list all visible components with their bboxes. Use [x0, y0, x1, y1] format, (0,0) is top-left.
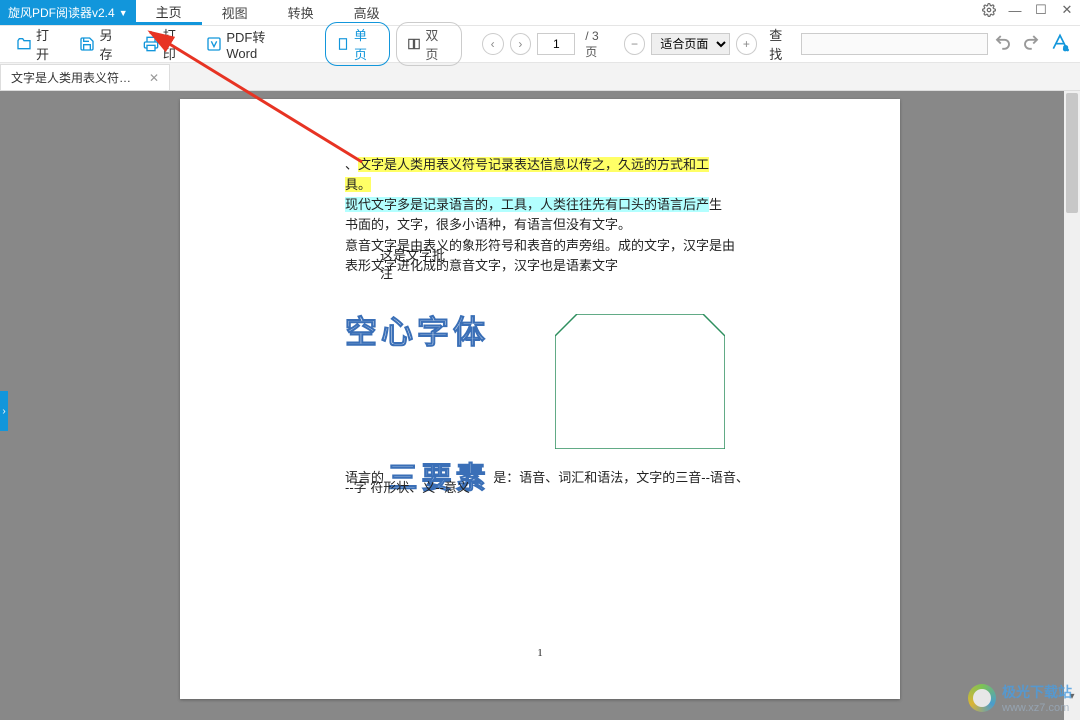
page-number-input[interactable] — [537, 33, 575, 55]
zoom-in-button[interactable]: + — [736, 33, 758, 55]
pdf-page: 、文字是人类用表义符号记录表达信息以传之，久远的方式和工具。 现代文字多是记录语… — [180, 99, 900, 699]
polygon-shape — [555, 314, 725, 449]
search-label: 查找 — [769, 25, 795, 63]
next-page-button[interactable]: › — [510, 33, 532, 55]
print-icon — [143, 36, 159, 52]
pdf2word-label: PDF转Word — [226, 27, 295, 61]
note-line: 注 — [380, 266, 393, 281]
pdf2word-button[interactable]: PDF转Word — [200, 24, 301, 64]
search-input[interactable] — [801, 33, 988, 55]
folder-open-icon — [16, 36, 32, 52]
watermark-url: www.xz7.com — [1002, 702, 1072, 714]
toolbar: 打开 另存 打印 PDF转Word 单页 双页 ‹ › / 3 页 − — [0, 25, 1080, 63]
workspace: › 、文字是人类用表义符号记录表达信息以传之，久远的方式和工具。 现代文字多是记… — [0, 91, 1080, 720]
single-page-button[interactable]: 单页 — [325, 22, 390, 66]
svg-text:a: a — [1063, 42, 1068, 52]
saveas-button[interactable]: 另存 — [73, 22, 130, 66]
single-page-icon — [336, 37, 350, 51]
menu-convert[interactable]: 转换 — [268, 0, 334, 25]
double-page-label: 双页 — [425, 25, 450, 63]
watermark-name: 极光下载站 — [1002, 682, 1072, 702]
annotation-note: 这是文字批 注 — [380, 247, 445, 283]
text-segment: 是：语音、词汇和语法，文字的三音--语音、 — [493, 470, 749, 485]
scrollbar-thumb[interactable] — [1066, 93, 1078, 213]
print-button[interactable]: 打印 — [137, 22, 194, 66]
maximize-icon[interactable]: ☐ — [1034, 3, 1048, 17]
text-style-icon[interactable]: a — [1050, 32, 1070, 57]
app-title-text: 旋风PDF阅读器v2.4 — [8, 4, 115, 21]
undo-icon[interactable] — [994, 33, 1012, 56]
minimize-icon[interactable]: — — [1008, 3, 1022, 17]
note-line: 这是文字批 — [380, 248, 445, 263]
redo-icon[interactable] — [1022, 33, 1040, 56]
tab-strip: 文字是人类用表义符号... ✕ — [0, 63, 1080, 91]
page-total-label: / 3 页 — [585, 29, 613, 60]
open-button[interactable]: 打开 — [10, 22, 67, 66]
open-label: 打开 — [36, 25, 61, 63]
app-title-dropdown-icon: ▼ — [119, 8, 128, 18]
document-tab[interactable]: 文字是人类用表义符号... ✕ — [0, 64, 170, 90]
paragraph-4: --字 符形状、义--意义 — [345, 477, 470, 496]
print-label: 打印 — [163, 25, 188, 63]
settings-icon[interactable] — [982, 3, 996, 17]
prev-page-button[interactable]: ‹ — [482, 33, 504, 55]
highlight-cyan: 现代文字多是记录语言的，工具，人类往往先有口头的语言后产 — [345, 197, 709, 212]
watermark: 极光下载站 www.xz7.com — [968, 682, 1072, 714]
tab-close-icon[interactable]: ✕ — [149, 71, 159, 85]
page-number: 1 — [537, 647, 543, 659]
zoom-select[interactable]: 适合页面 — [651, 33, 729, 55]
window-controls: — ☐ ✕ — [982, 3, 1074, 17]
sidebar-toggle[interactable]: › — [0, 391, 8, 431]
vertical-scrollbar[interactable]: ▾ — [1064, 91, 1080, 704]
watermark-logo-icon — [968, 684, 996, 712]
tab-label: 文字是人类用表义符号... — [11, 69, 141, 86]
close-icon[interactable]: ✕ — [1060, 3, 1074, 17]
double-page-icon — [407, 37, 421, 51]
saveas-label: 另存 — [99, 25, 124, 63]
zoom-out-button[interactable]: − — [624, 33, 646, 55]
text-segment: 、 — [345, 157, 358, 172]
single-page-label: 单页 — [354, 25, 379, 63]
convert-icon — [206, 36, 222, 52]
save-icon — [79, 36, 95, 52]
highlight-yellow: 文字是人类用表义符号记录表达信息以传之，久远的方式和工具。 — [345, 157, 709, 192]
menu-view[interactable]: 视图 — [202, 0, 268, 25]
double-page-button[interactable]: 双页 — [396, 22, 461, 66]
outline-text-1: 空心字体 — [345, 307, 489, 353]
